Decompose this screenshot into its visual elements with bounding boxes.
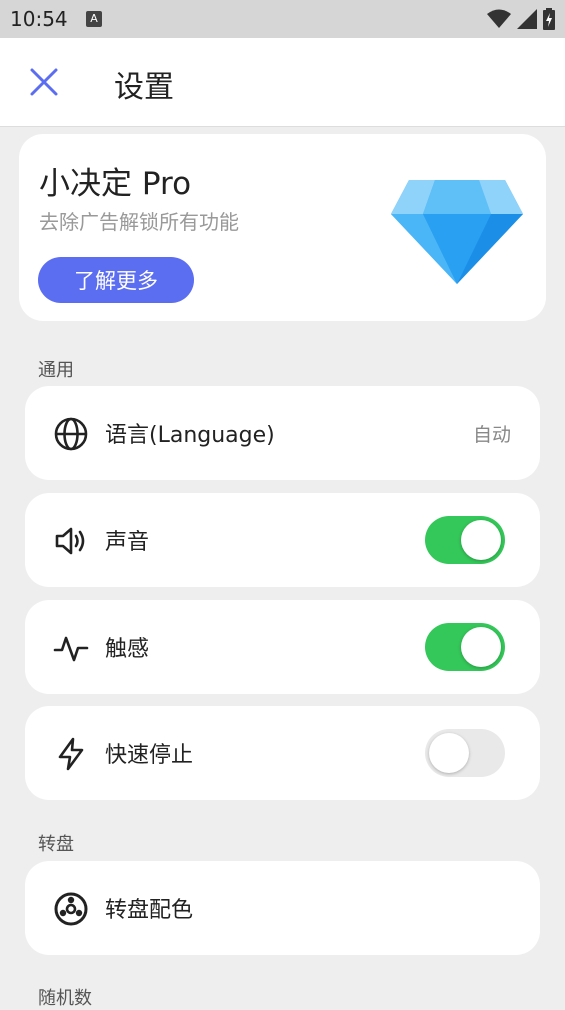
signal-icon xyxy=(517,9,537,29)
section-label-wheel: 转盘 xyxy=(38,834,74,855)
quick-stop-label: 快速停止 xyxy=(105,743,194,768)
sound-toggle[interactable] xyxy=(425,516,505,564)
wifi-icon xyxy=(487,9,511,28)
toggle-knob xyxy=(461,520,501,560)
wheel-colors-label: 转盘配色 xyxy=(105,898,194,923)
status-bar: 10:54 A xyxy=(0,0,565,38)
close-icon xyxy=(30,68,58,96)
pro-title: 小决定 Pro xyxy=(39,166,192,202)
quick-stop-row: 快速停止 xyxy=(25,706,540,800)
haptic-label: 触感 xyxy=(105,637,150,662)
status-time: 10:54 xyxy=(10,7,68,31)
diamond-icon xyxy=(391,180,523,284)
wheel-icon xyxy=(54,892,88,926)
globe-icon xyxy=(54,417,88,451)
learn-more-button[interactable]: 了解更多 xyxy=(38,257,194,303)
haptic-toggle[interactable] xyxy=(425,623,505,671)
toggle-knob xyxy=(429,733,469,773)
app-bar: 设置 xyxy=(0,38,565,127)
wheel-colors-row[interactable]: 转盘配色 xyxy=(25,861,540,955)
bolt-icon xyxy=(58,737,84,771)
close-button[interactable] xyxy=(26,64,62,100)
speaker-icon xyxy=(55,527,85,555)
pro-subtitle: 去除广告解锁所有功能 xyxy=(39,210,239,234)
section-label-random: 随机数 xyxy=(38,988,92,1009)
battery-icon xyxy=(543,8,555,30)
notification-icon: A xyxy=(86,11,102,27)
section-label-general: 通用 xyxy=(38,360,74,381)
status-icons xyxy=(487,8,555,30)
quick-stop-toggle[interactable] xyxy=(425,729,505,777)
pro-card: 小决定 Pro 去除广告解锁所有功能 了解更多 xyxy=(19,134,546,321)
toggle-knob xyxy=(461,627,501,667)
page-title: 设置 xyxy=(114,70,174,105)
haptic-row: 触感 xyxy=(25,600,540,694)
pulse-icon xyxy=(53,636,89,662)
sound-row: 声音 xyxy=(25,493,540,587)
language-row[interactable]: 语言(Language) 自动 xyxy=(25,386,540,480)
language-label: 语言(Language) xyxy=(105,423,275,448)
sound-label: 声音 xyxy=(105,530,150,555)
language-value: 自动 xyxy=(472,424,511,446)
